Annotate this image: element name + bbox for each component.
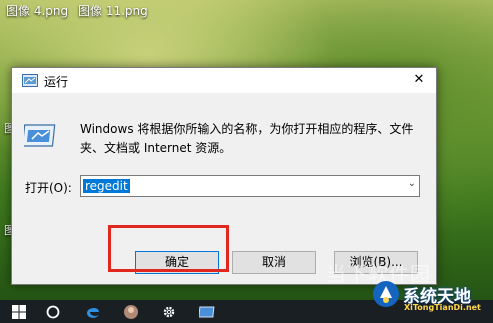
edge-browser-icon[interactable] xyxy=(78,300,108,323)
search-icon[interactable] xyxy=(38,300,68,323)
run-icon xyxy=(22,74,38,87)
chevron-down-icon[interactable]: ⌄ xyxy=(408,178,416,189)
dialog-description: Windows 将根据你所输入的名称，为你打开相应的程序、文件夹、文档或 Int… xyxy=(80,122,414,155)
cancel-button[interactable]: 取消 xyxy=(232,251,316,274)
open-combobox[interactable]: regedit ⌄ xyxy=(80,175,420,197)
watermark-url: XiTongTianDi.net xyxy=(404,303,481,312)
desktop-icon-label[interactable]: 图像 4.png xyxy=(6,2,68,19)
title-bar[interactable]: 运行 ✕ xyxy=(12,68,436,93)
dialog-title: 运行 xyxy=(44,75,69,89)
run-taskbar-icon[interactable] xyxy=(192,300,222,323)
highlight-box xyxy=(108,225,229,272)
close-icon[interactable]: ✕ xyxy=(408,70,430,90)
avatar-app-icon[interactable] xyxy=(116,300,146,323)
open-input-value[interactable]: regedit xyxy=(83,179,130,193)
run-program-icon xyxy=(24,124,56,147)
desktop-icon-label[interactable]: 图像 11.png xyxy=(78,2,148,19)
start-icon[interactable] xyxy=(4,300,34,323)
watermark-logo-icon xyxy=(373,281,399,307)
open-label: 打开(O): xyxy=(25,181,72,195)
gear-icon[interactable] xyxy=(154,300,184,323)
